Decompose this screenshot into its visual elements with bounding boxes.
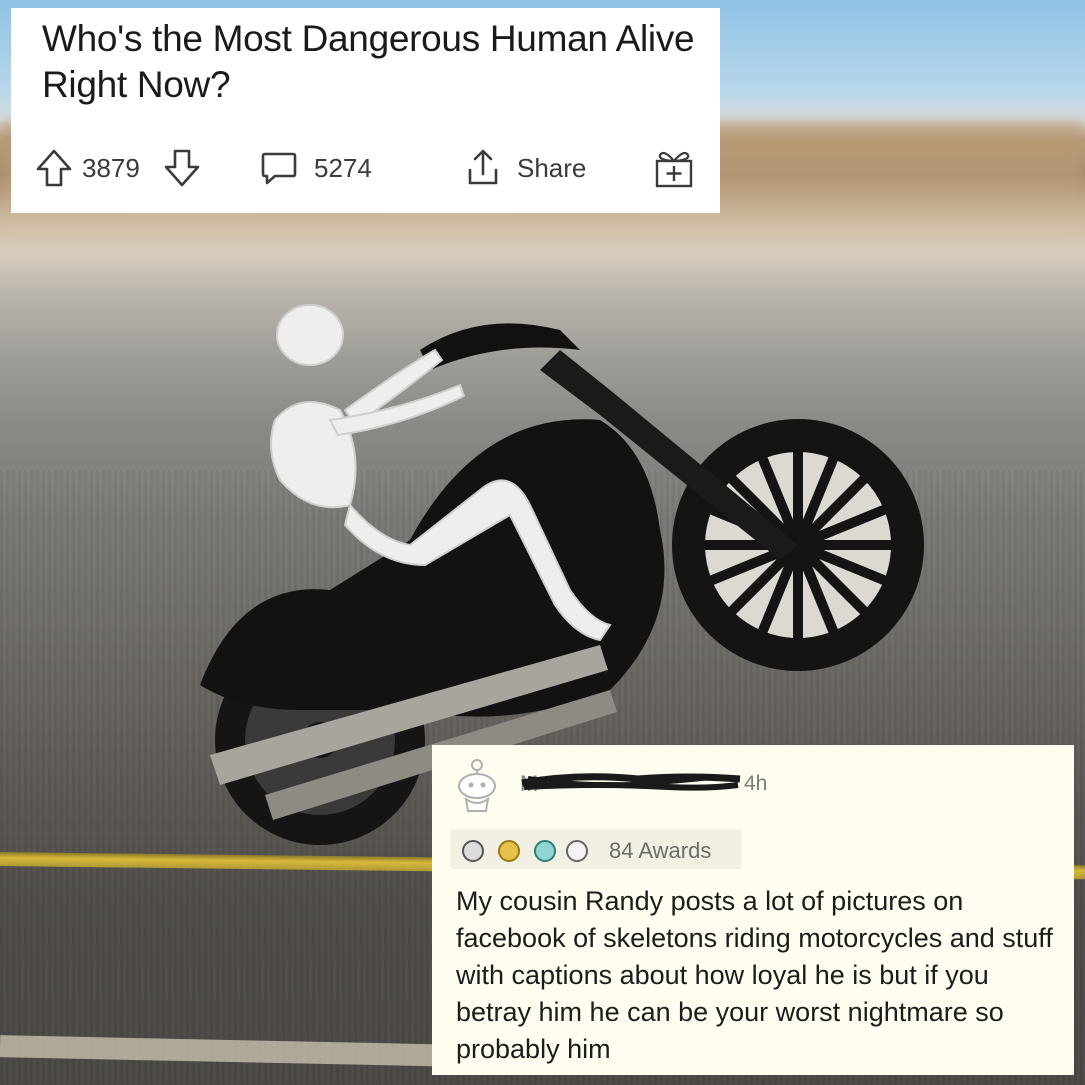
comment-count[interactable]: 5274	[314, 148, 372, 188]
comment-timestamp: 4h	[744, 772, 768, 795]
share-icon[interactable]	[463, 148, 503, 188]
downvote-arrow-icon[interactable]	[163, 148, 201, 188]
helpful-award-icon	[566, 840, 588, 862]
post-title: Who's the Most Dangerous Human Alive Rig…	[42, 18, 695, 105]
comment-icon[interactable]	[259, 148, 299, 188]
platinum-award-icon	[534, 840, 556, 862]
awards-row[interactable]: 84 Awards	[450, 829, 742, 869]
post-card: Who's the Most Dangerous Human Alive Rig…	[11, 8, 720, 213]
award-gift-icon[interactable]	[652, 148, 696, 188]
comment-card: M 4h 84 Awards My cousin Randy posts a l…	[432, 745, 1074, 1075]
redacted-username	[521, 773, 741, 791]
share-button[interactable]: Share	[517, 148, 586, 188]
silver-award-icon	[462, 840, 484, 862]
snoo-avatar-icon[interactable]	[452, 757, 502, 813]
awards-count: 84 Awards	[609, 838, 712, 863]
upvote-arrow-icon[interactable]	[35, 148, 73, 188]
gold-award-icon	[498, 840, 520, 862]
vote-score: 3879	[82, 152, 140, 183]
post-action-bar: 3879 5274 Share	[11, 148, 720, 188]
comment-body: My cousin Randy posts a lot of pictures …	[456, 886, 1053, 1064]
